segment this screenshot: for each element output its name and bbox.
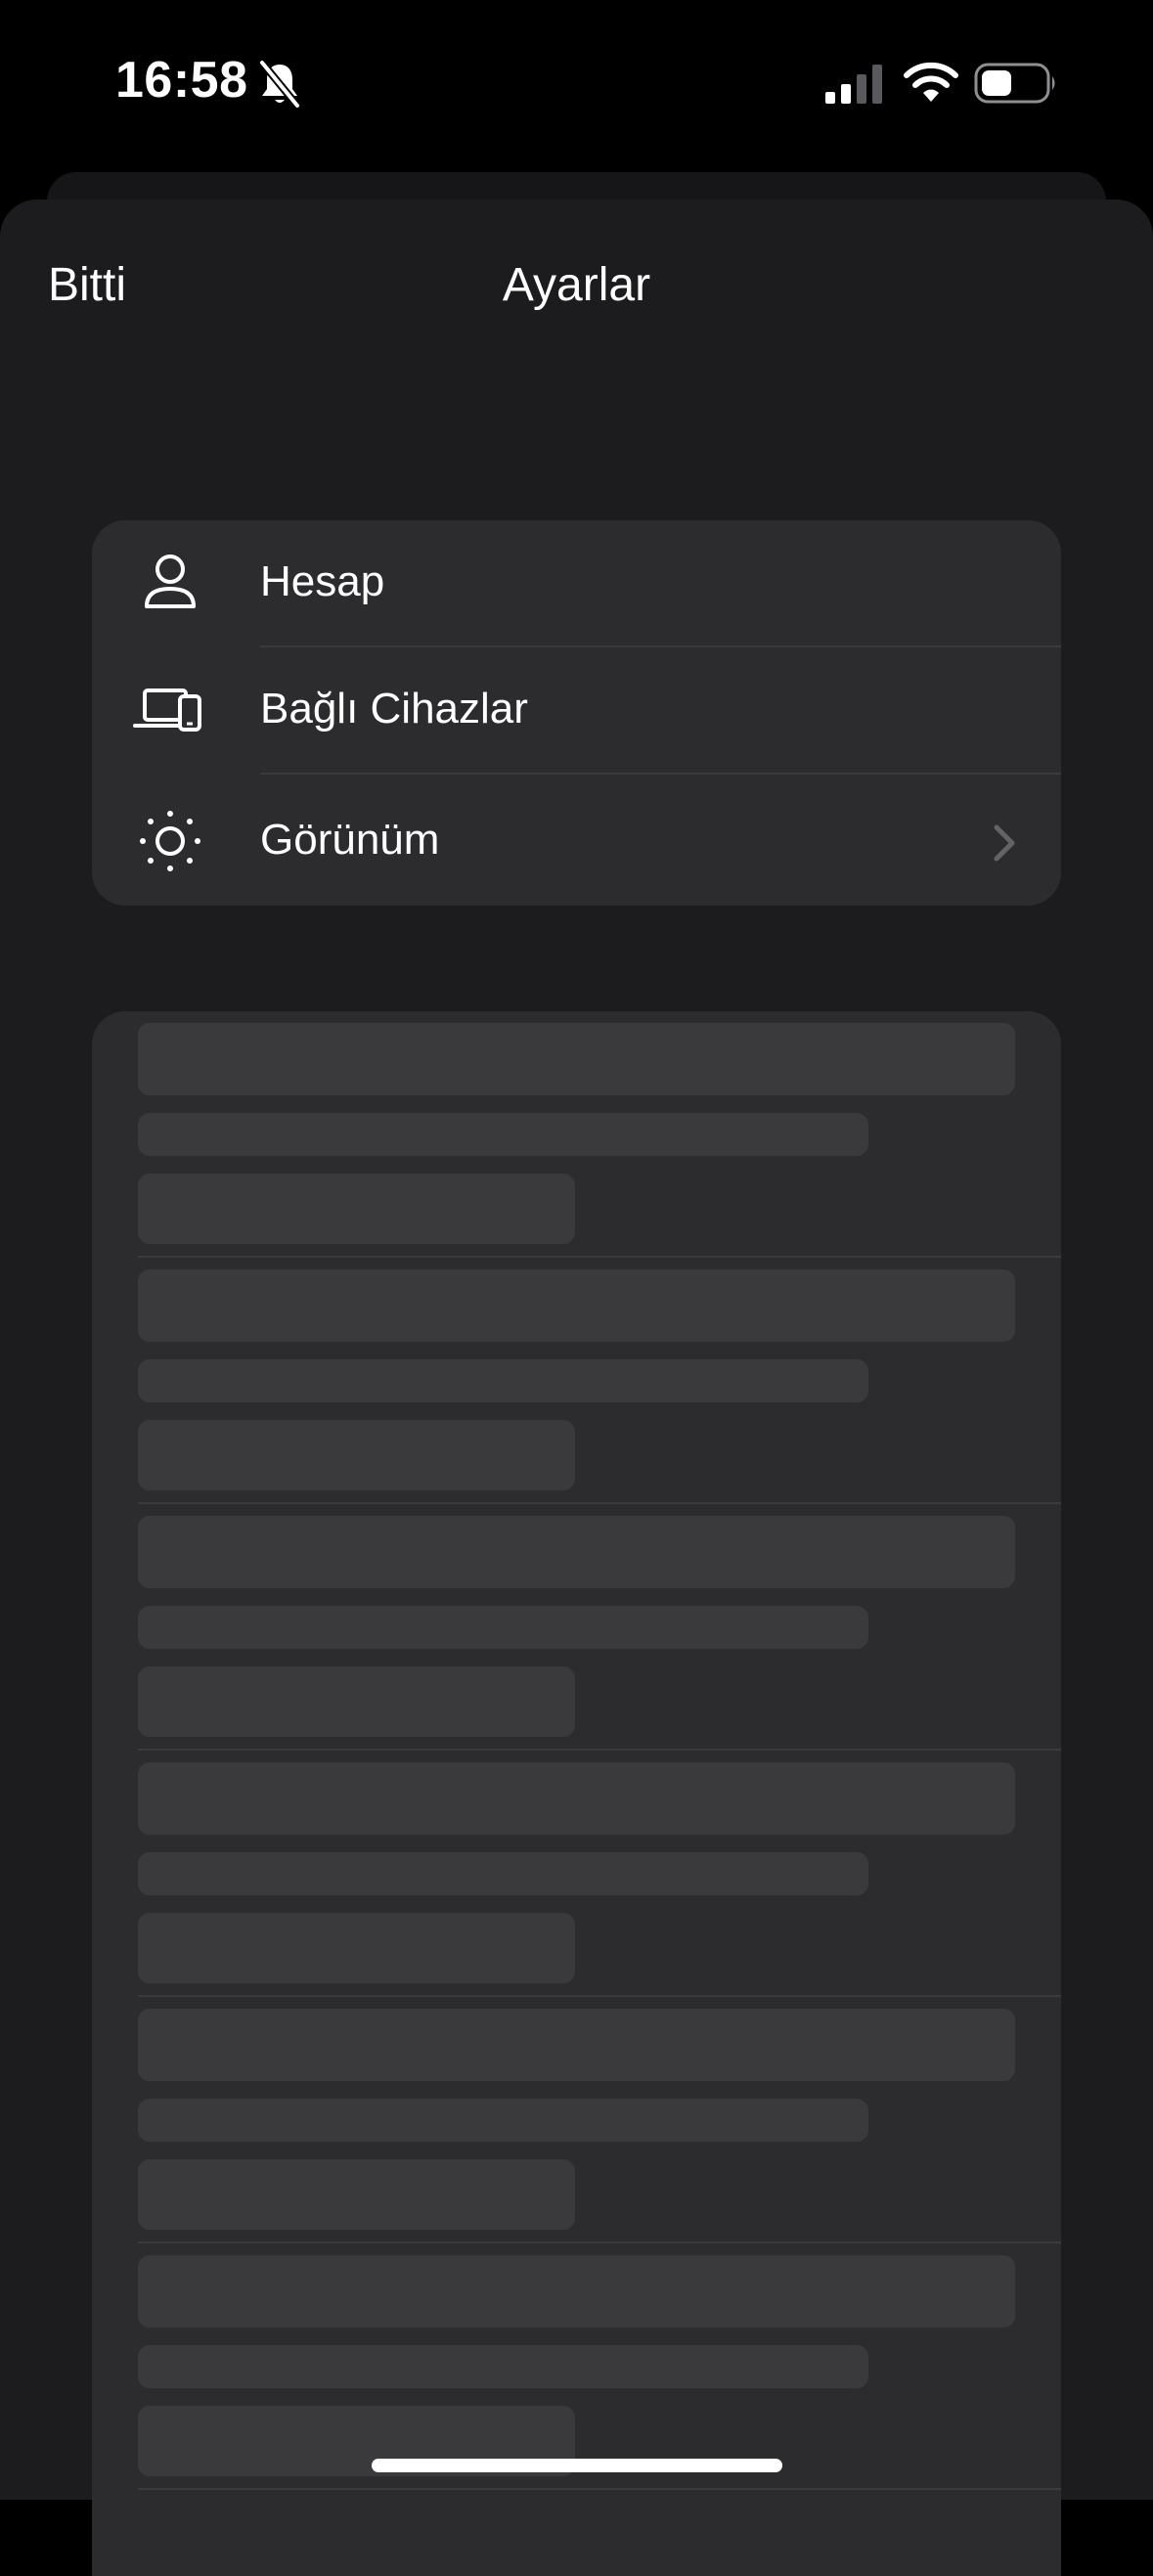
skeleton-bar [138, 2159, 575, 2230]
skeleton-bar [138, 2255, 1015, 2328]
loading-placeholder-list [92, 1011, 1061, 2576]
skeleton-bar [138, 2099, 868, 2142]
settings-item-label: Hesap [260, 557, 385, 605]
home-indicator[interactable] [372, 2459, 782, 2472]
page-title: Ayarlar [502, 259, 651, 311]
bell-slash-icon [258, 60, 301, 109]
skeleton-bar [138, 1666, 575, 1737]
done-button[interactable]: Bitti [48, 258, 126, 312]
skeleton-bar [138, 1113, 868, 1156]
skeleton-bar [138, 1913, 575, 1983]
skeleton-item [92, 2243, 1061, 2490]
cellular-signal-icon [825, 65, 882, 104]
settings-item-appearance[interactable]: Görünüm [92, 778, 1061, 906]
laptop-phone-icon [133, 688, 201, 732]
skeleton-bar [138, 2345, 868, 2388]
wifi-icon [904, 62, 958, 102]
skeleton-bar [138, 1762, 1015, 1835]
skeleton-bar [138, 1023, 1015, 1095]
skeleton-bar [138, 1516, 1015, 1588]
skeleton-item [92, 1258, 1061, 1504]
skeleton-item [92, 1504, 1061, 1751]
row-separator [260, 773, 1061, 775]
row-separator [138, 2488, 1061, 2490]
skeleton-bar [138, 1359, 868, 1402]
settings-item-label: Görünüm [260, 816, 440, 864]
skeleton-item [92, 1751, 1061, 1997]
skeleton-bar [138, 1174, 575, 1244]
person-icon [145, 555, 196, 608]
status-time: 16:58 [115, 52, 248, 109]
skeleton-bar [138, 1852, 868, 1895]
chevron-right-icon [994, 824, 1015, 862]
skeleton-item [92, 1011, 1061, 1258]
skeleton-bar [138, 1420, 575, 1490]
skeleton-bar [138, 1606, 868, 1649]
sun-icon [140, 811, 200, 871]
settings-item-label: Bağlı Cihazlar [260, 685, 528, 733]
status-bar: 16:58 [0, 0, 1153, 166]
battery-icon [974, 63, 1055, 104]
skeleton-item [92, 1997, 1061, 2243]
settings-list: Hesap Bağlı Cihazlar Görünüm [92, 520, 1061, 906]
skeleton-bar [138, 2009, 1015, 2081]
skeleton-bar [138, 1269, 1015, 1342]
settings-item-connected-devices[interactable]: Bağlı Cihazlar [92, 647, 1061, 775]
settings-item-account[interactable]: Hesap [92, 520, 1061, 647]
